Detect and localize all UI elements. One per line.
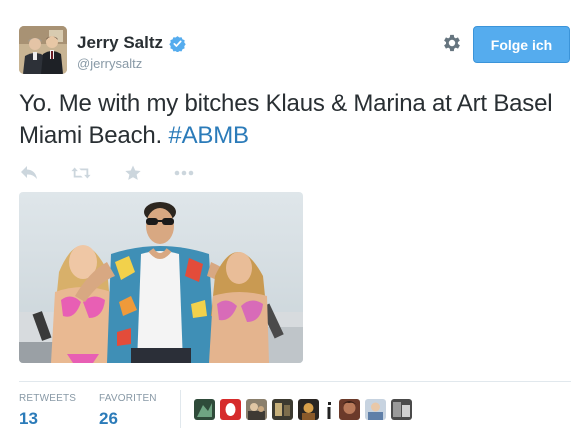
tweet-card: Jerry Saltz @jerrysaltz Folge ich Yo. Me… <box>0 0 582 439</box>
favoriter-avatar[interactable] <box>194 398 215 420</box>
verified-badge-icon <box>169 35 186 52</box>
favoriter-avatar[interactable] <box>298 398 319 420</box>
tweet-actions <box>19 163 194 183</box>
favoriter-avatar[interactable] <box>324 398 334 420</box>
author-avatar[interactable] <box>19 26 67 74</box>
retweets-count: 13 <box>19 409 38 428</box>
hashtag-link[interactable]: #ABMB <box>168 122 249 149</box>
favoriter-avatar[interactable] <box>365 398 386 420</box>
favoriters-list <box>194 398 412 420</box>
author-handle[interactable]: @jerrysaltz <box>77 56 186 71</box>
favorites-label: FAVORITEN <box>99 393 157 404</box>
reply-icon[interactable] <box>19 163 39 183</box>
tweet-text: Yo. Me with my bitches Klaus & Marina at… <box>19 88 564 152</box>
favoriter-avatar[interactable] <box>220 398 241 420</box>
tweet-body: Yo. Me with my bitches Klaus & Marina at… <box>19 90 553 149</box>
retweets-label: RETWEETS <box>19 393 77 404</box>
retweet-icon[interactable] <box>71 163 91 183</box>
favoriter-avatar[interactable] <box>391 398 412 420</box>
author-info: Jerry Saltz @jerrysaltz <box>77 33 186 71</box>
favoriter-avatar[interactable] <box>272 398 293 420</box>
favorite-icon[interactable] <box>123 163 143 183</box>
stats-separator <box>180 390 181 428</box>
gear-icon[interactable] <box>441 32 463 54</box>
favorites-count: 26 <box>99 409 118 428</box>
author-display-name[interactable]: Jerry Saltz <box>77 33 163 53</box>
tweet-photo[interactable] <box>19 192 303 363</box>
stats-divider <box>19 381 571 382</box>
retweets-stat[interactable]: RETWEETS 13 <box>19 393 76 429</box>
favoriter-avatar[interactable] <box>339 398 360 420</box>
follow-button[interactable]: Folge ich <box>473 26 570 63</box>
more-icon[interactable] <box>174 163 194 183</box>
favorites-stat[interactable]: FAVORITEN 26 <box>99 393 157 429</box>
favoriter-avatar[interactable] <box>246 398 267 420</box>
